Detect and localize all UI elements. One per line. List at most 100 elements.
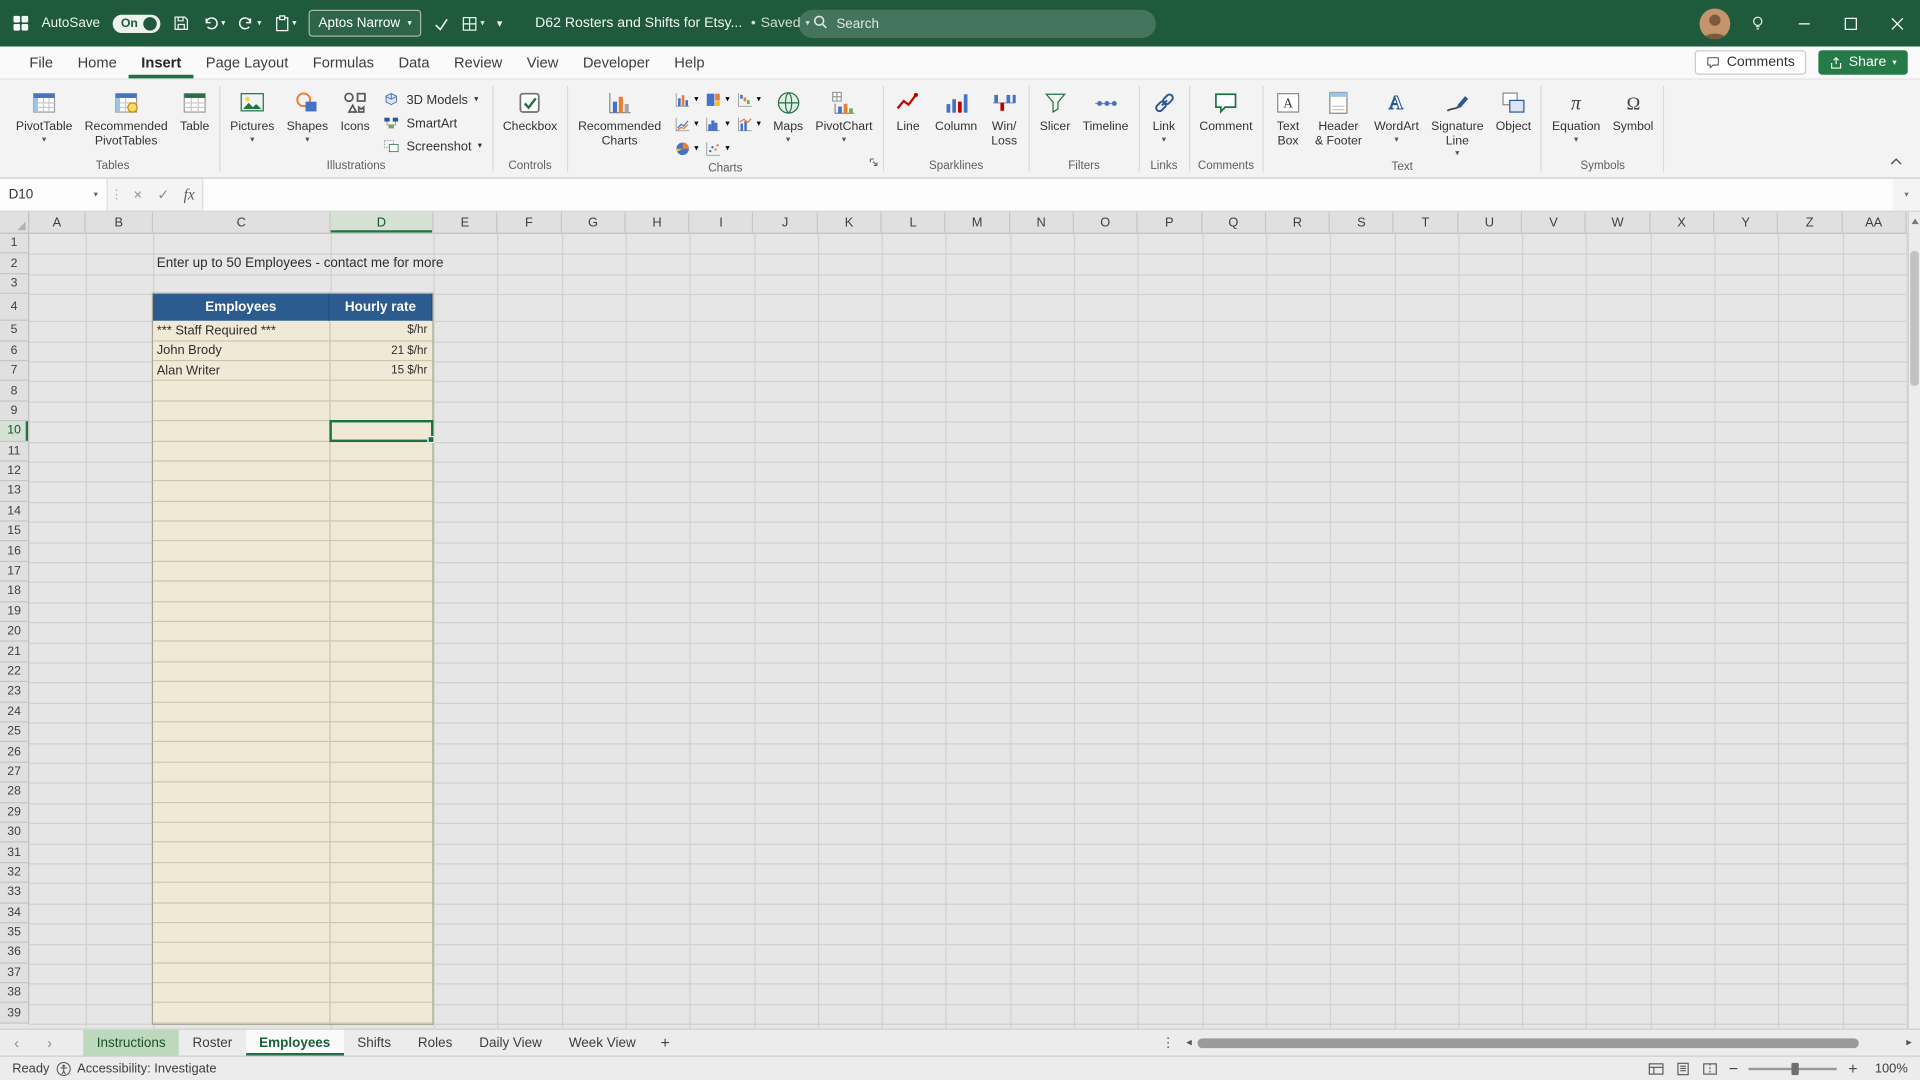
cancel-icon[interactable]: × bbox=[125, 179, 151, 211]
row-header-14[interactable]: 14 bbox=[0, 502, 28, 522]
cell-C12[interactable] bbox=[153, 462, 331, 481]
shapes-button[interactable]: Shapes▾ bbox=[281, 84, 335, 145]
row-header-21[interactable]: 21 bbox=[0, 642, 28, 662]
column-header-G[interactable]: G bbox=[562, 212, 626, 233]
screenshot-button[interactable]: Screenshot▾ bbox=[382, 137, 482, 155]
insert-function-icon[interactable]: fx bbox=[176, 179, 202, 211]
cell-D14[interactable] bbox=[331, 502, 433, 521]
collapse-ribbon-icon[interactable] bbox=[1889, 151, 1902, 173]
cell-C34[interactable] bbox=[153, 903, 331, 922]
cell-C27[interactable] bbox=[153, 763, 331, 782]
zoom-level[interactable]: 100% bbox=[1869, 1061, 1908, 1076]
cell-C20[interactable] bbox=[153, 622, 331, 641]
column-header-T[interactable]: T bbox=[1394, 212, 1458, 233]
cell-D35[interactable] bbox=[331, 923, 433, 942]
cell-C32[interactable] bbox=[153, 863, 331, 882]
column-button[interactable]: Column bbox=[929, 84, 983, 135]
row-header-33[interactable]: 33 bbox=[0, 883, 28, 903]
insert-waterfall-chart-icon[interactable]: ▾ bbox=[733, 87, 763, 111]
row-header-28[interactable]: 28 bbox=[0, 783, 28, 803]
sheet-tab-week-view[interactable]: Week View bbox=[555, 1030, 649, 1056]
pictures-button[interactable]: Pictures▾ bbox=[224, 84, 280, 145]
cell-C18[interactable] bbox=[153, 582, 331, 601]
selected-cell-D10[interactable] bbox=[329, 420, 433, 441]
column-header-R[interactable]: R bbox=[1266, 212, 1330, 233]
signature-line-button[interactable]: SignatureLine▾ bbox=[1425, 84, 1490, 159]
row-header-24[interactable]: 24 bbox=[0, 702, 28, 722]
cell-D37[interactable] bbox=[331, 963, 433, 982]
row-header-11[interactable]: 11 bbox=[0, 441, 28, 461]
row-header-16[interactable]: 16 bbox=[0, 542, 28, 562]
menu-tab-data[interactable]: Data bbox=[386, 47, 442, 79]
share-button[interactable]: Share ▾ bbox=[1818, 50, 1908, 74]
table-header-hourly-rate[interactable]: Hourly rate bbox=[330, 294, 432, 321]
insert-column-chart-icon[interactable]: ▾ bbox=[671, 87, 701, 111]
row-header-15[interactable]: 15 bbox=[0, 522, 28, 542]
cell-D27[interactable] bbox=[331, 763, 433, 782]
column-header-L[interactable]: L bbox=[882, 212, 946, 233]
menu-tab-help[interactable]: Help bbox=[662, 47, 717, 79]
comments-button[interactable]: Comments bbox=[1695, 50, 1806, 74]
win-loss-button[interactable]: Win/Loss bbox=[983, 84, 1025, 149]
cell-C13[interactable] bbox=[153, 482, 331, 501]
row-header-23[interactable]: 23 bbox=[0, 682, 28, 702]
object-button[interactable]: Object bbox=[1490, 84, 1538, 135]
row-header-37[interactable]: 37 bbox=[0, 963, 28, 983]
sheet-tab-roles[interactable]: Roles bbox=[404, 1030, 465, 1056]
row-header-26[interactable]: 26 bbox=[0, 743, 28, 763]
zoom-slider[interactable] bbox=[1749, 1060, 1837, 1077]
cell-D38[interactable] bbox=[331, 983, 433, 1002]
menu-tab-developer[interactable]: Developer bbox=[571, 47, 662, 79]
new-sheet-button[interactable]: + bbox=[649, 1030, 681, 1056]
line-button[interactable]: Line bbox=[887, 84, 929, 135]
cell-C14[interactable] bbox=[153, 502, 331, 521]
page-layout-view-icon[interactable] bbox=[1675, 1061, 1691, 1076]
sheet-tab-employees[interactable]: Employees bbox=[246, 1030, 344, 1056]
cell-C15[interactable] bbox=[153, 522, 331, 541]
link-button[interactable]: Link▾ bbox=[1143, 84, 1185, 145]
cell-D13[interactable] bbox=[331, 482, 433, 501]
row-header-31[interactable]: 31 bbox=[0, 843, 28, 863]
cell-D31[interactable] bbox=[331, 843, 433, 862]
vertical-scrollbar[interactable] bbox=[1908, 212, 1920, 1029]
formula-input[interactable] bbox=[202, 179, 1893, 211]
equation-button[interactable]: πEquation▾ bbox=[1546, 84, 1607, 145]
cell-D28[interactable] bbox=[331, 783, 433, 802]
cell-C17[interactable] bbox=[153, 562, 331, 581]
cell-D25[interactable] bbox=[331, 722, 433, 741]
row-header-12[interactable]: 12 bbox=[0, 462, 28, 482]
formula-bar-handle[interactable]: ⋮ bbox=[108, 179, 125, 211]
qat-overflow-icon[interactable]: ▾ bbox=[497, 18, 503, 29]
grid-canvas[interactable]: Enter up to 50 Employees - contact me fo… bbox=[29, 234, 1907, 1029]
column-header-D[interactable]: D bbox=[331, 212, 434, 233]
menu-tab-file[interactable]: File bbox=[17, 47, 65, 79]
row-header-30[interactable]: 30 bbox=[0, 823, 28, 843]
cell-D16[interactable] bbox=[331, 542, 433, 561]
cell-D32[interactable] bbox=[331, 863, 433, 882]
column-header-U[interactable]: U bbox=[1458, 212, 1522, 233]
column-header-N[interactable]: N bbox=[1010, 212, 1074, 233]
insert-histogram-chart-icon[interactable]: ▾ bbox=[702, 111, 732, 135]
column-header-K[interactable]: K bbox=[818, 212, 882, 233]
row-header-19[interactable]: 19 bbox=[0, 602, 28, 622]
cell-D9[interactable] bbox=[331, 401, 433, 420]
row-header-38[interactable]: 38 bbox=[0, 983, 28, 1003]
cell-D33[interactable] bbox=[331, 883, 433, 902]
cell-C39[interactable] bbox=[153, 1003, 331, 1022]
column-header-V[interactable]: V bbox=[1522, 212, 1586, 233]
row-header-22[interactable]: 22 bbox=[0, 662, 28, 682]
row-header-3[interactable]: 3 bbox=[0, 274, 28, 294]
page-break-view-icon[interactable] bbox=[1702, 1061, 1718, 1076]
cell-C9[interactable] bbox=[153, 401, 331, 420]
text-box-button[interactable]: ATextBox bbox=[1267, 84, 1309, 149]
app-launcher-icon[interactable] bbox=[12, 15, 29, 32]
cell-C26[interactable] bbox=[153, 743, 331, 762]
cell-C21[interactable] bbox=[153, 642, 331, 661]
insert-combo-chart-icon[interactable]: ▾ bbox=[733, 111, 763, 135]
cell-C30[interactable] bbox=[153, 823, 331, 842]
borders-icon[interactable]: ▾ bbox=[462, 15, 485, 31]
cell-C29[interactable] bbox=[153, 803, 331, 822]
column-header-J[interactable]: J bbox=[754, 212, 818, 233]
row-header-13[interactable]: 13 bbox=[0, 482, 28, 502]
cell-D21[interactable] bbox=[331, 642, 433, 661]
